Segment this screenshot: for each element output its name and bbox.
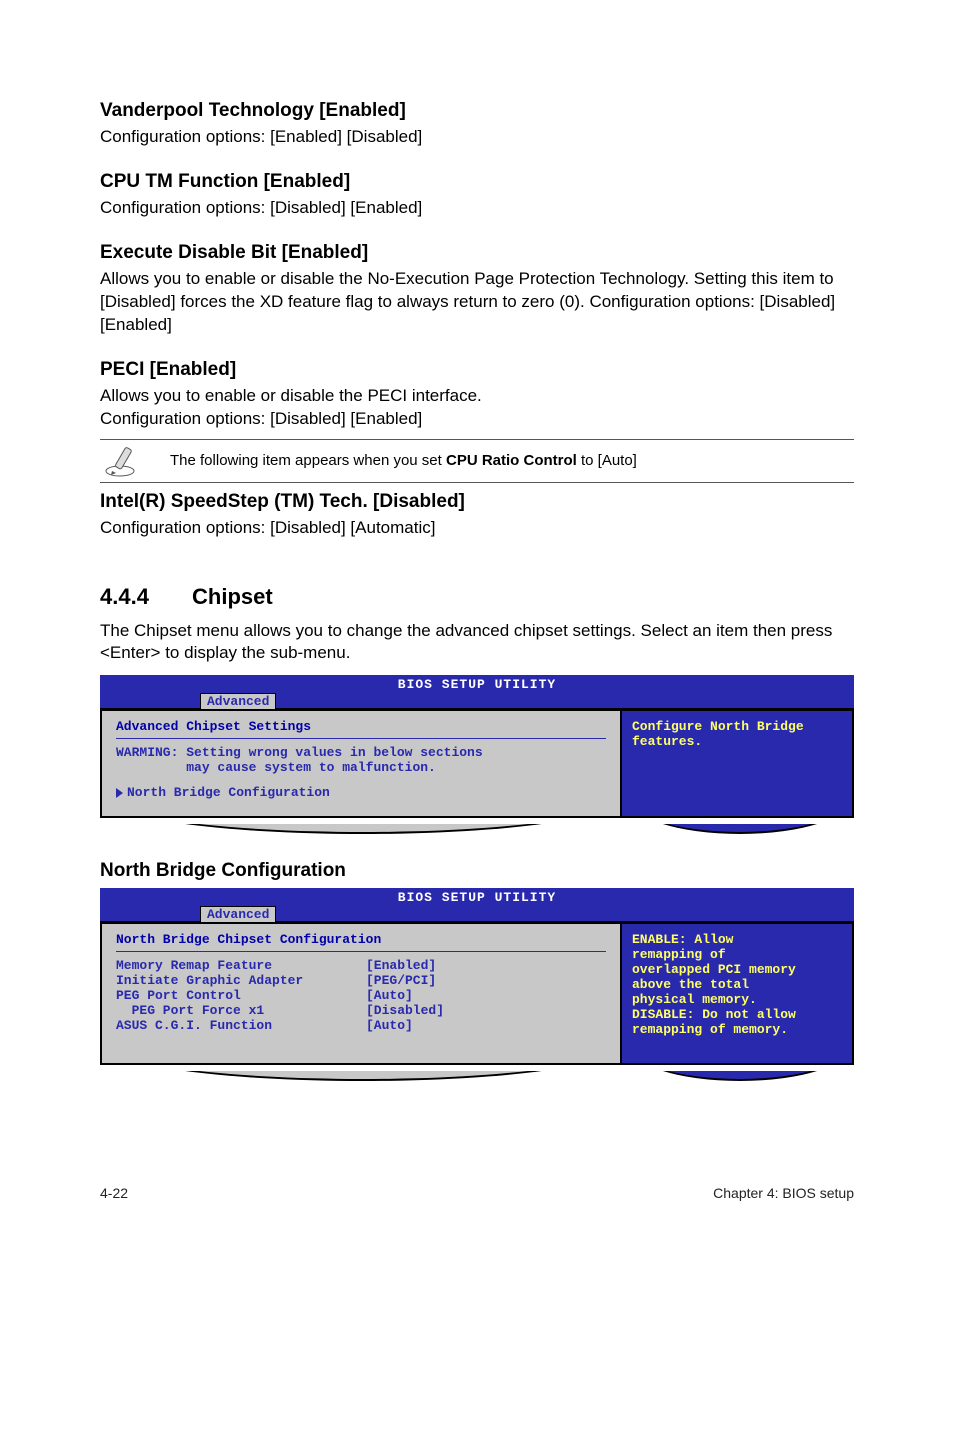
bios2-row0-k: Memory Remap Feature xyxy=(116,958,366,973)
bios2-row3-k: PEG Port Force x1 xyxy=(116,1003,366,1018)
cputm-title: CPU TM Function [Enabled] xyxy=(100,171,854,193)
bios1-left-title: Advanced Chipset Settings xyxy=(116,719,606,734)
note-pre: The following item appears when you set xyxy=(170,452,446,469)
bios1-warn1: WARMING: Setting wrong values in below s… xyxy=(116,745,606,760)
speedstep-title: Intel(R) SpeedStep (TM) Tech. [Disabled] xyxy=(100,491,854,513)
bios-box-northbridge: BIOS SETUP UTILITY Advanced North Bridge… xyxy=(100,888,854,1065)
cputm-body: Configuration options: [Disabled] [Enabl… xyxy=(100,197,854,220)
bios2-right-4: physical memory. xyxy=(632,992,842,1007)
bios1-header: BIOS SETUP UTILITY xyxy=(100,675,854,692)
bios2-row1-v: [PEG/PCI] xyxy=(366,973,436,988)
bios2-row4-v: [Auto] xyxy=(366,1018,413,1033)
peci-body1: Allows you to enable or disable the PECI… xyxy=(100,385,854,408)
footer-right: Chapter 4: BIOS setup xyxy=(713,1185,854,1201)
bios2-right-0: ENABLE: Allow xyxy=(632,932,842,947)
xdbit-title: Execute Disable Bit [Enabled] xyxy=(100,242,854,264)
northbridge-heading: North Bridge Configuration xyxy=(100,860,854,882)
bios2-right-1: remapping of xyxy=(632,947,842,962)
bios2-right-3: above the total xyxy=(632,977,842,992)
note-post: to [Auto] xyxy=(577,452,637,469)
page-footer: 4-22 Chapter 4: BIOS setup xyxy=(0,1115,954,1221)
bios1-right-panel: Configure North Bridge features. xyxy=(621,709,854,818)
peci-title: PECI [Enabled] xyxy=(100,359,854,381)
bios2-row4-k: ASUS C.G.I. Function xyxy=(116,1018,366,1033)
bios1-tab-advanced: Advanced xyxy=(200,693,276,709)
bios1-nav-label: North Bridge Configuration xyxy=(127,785,330,800)
pencil-note-icon xyxy=(100,444,146,478)
bios2-row2-k: PEG Port Control xyxy=(116,988,366,1003)
note-bold: CPU Ratio Control xyxy=(446,452,577,469)
bios1-left-panel: Advanced Chipset Settings WARMING: Setti… xyxy=(100,709,621,818)
bios2-tab-advanced: Advanced xyxy=(200,906,276,922)
bios1-nav-item: North Bridge Configuration xyxy=(116,785,606,800)
bios2-left-panel: North Bridge Chipset Configuration Memor… xyxy=(100,922,621,1065)
bios1-curve xyxy=(100,824,854,838)
bios1-right2: features. xyxy=(632,734,842,749)
bios1-warn2: may cause system to malfunction. xyxy=(116,760,606,775)
bios2-row0-v: [Enabled] xyxy=(366,958,436,973)
xdbit-body: Allows you to enable or disable the No-E… xyxy=(100,268,854,337)
footer-left: 4-22 xyxy=(100,1185,128,1201)
vanderpool-body: Configuration options: [Enabled] [Disabl… xyxy=(100,126,854,149)
bios1-right1: Configure North Bridge xyxy=(632,719,842,734)
bios2-row3-v: [Disabled] xyxy=(366,1003,444,1018)
chipset-title: Chipset xyxy=(192,584,273,609)
triangle-right-icon xyxy=(116,788,123,798)
peci-body2: Configuration options: [Disabled] [Enabl… xyxy=(100,408,854,431)
vanderpool-title: Vanderpool Technology [Enabled] xyxy=(100,100,854,122)
bios2-row2-v: [Auto] xyxy=(366,988,413,1003)
bios-box-chipset: BIOS SETUP UTILITY Advanced Advanced Chi… xyxy=(100,675,854,818)
note-row: The following item appears when you set … xyxy=(100,439,854,483)
bios2-header: BIOS SETUP UTILITY xyxy=(100,888,854,905)
chipset-num: 4.4.4 xyxy=(100,584,192,610)
chipset-body: The Chipset menu allows you to change th… xyxy=(100,620,854,666)
bios2-curve xyxy=(100,1071,854,1085)
bios2-left-title: North Bridge Chipset Configuration xyxy=(116,932,606,947)
bios2-right-7: remapping of memory. xyxy=(632,1022,842,1037)
note-text: The following item appears when you set … xyxy=(146,452,637,469)
bios2-row1-k: Initiate Graphic Adapter xyxy=(116,973,366,988)
bios2-right-6: DISABLE: Do not allow xyxy=(632,1007,842,1022)
bios2-right-2: overlapped PCI memory xyxy=(632,962,842,977)
bios2-right-panel: ENABLE: Allow remapping of overlapped PC… xyxy=(621,922,854,1065)
speedstep-body: Configuration options: [Disabled] [Autom… xyxy=(100,517,854,540)
chipset-heading: 4.4.4Chipset xyxy=(100,584,854,610)
